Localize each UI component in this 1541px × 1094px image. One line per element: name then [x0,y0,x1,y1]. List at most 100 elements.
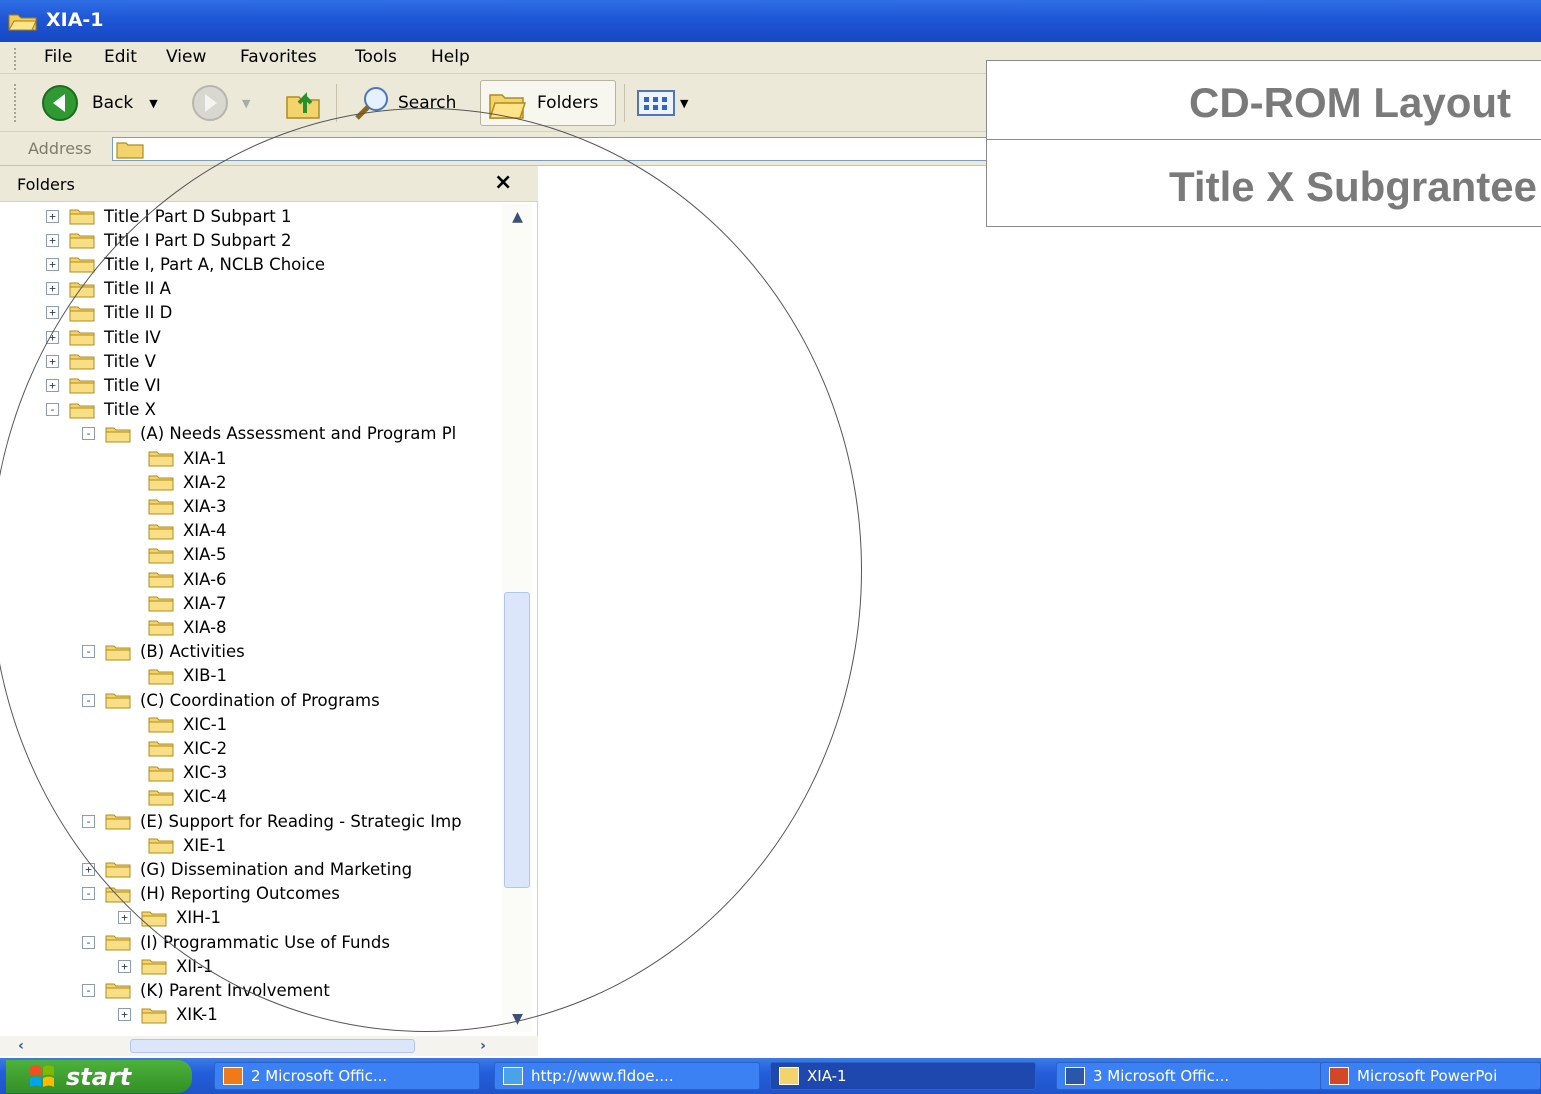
expand-icon[interactable]: + [46,209,59,223]
tree-item[interactable]: XIC-1 [148,712,227,736]
tree-item[interactable]: XIA-2 [148,470,227,494]
tree-item[interactable]: + Title V [46,349,156,373]
tree-item[interactable]: - (C) Coordination of Programs [82,688,380,712]
tree-item-label: (H) Reporting Outcomes [140,884,340,904]
tree-item-label: XIA-1 [183,448,227,468]
tree-item[interactable]: + Title II A [46,277,171,301]
taskbar-item[interactable]: 2 Microsoft Offic... [214,1062,480,1090]
expand-icon[interactable]: + [46,378,59,392]
tree-item[interactable]: + Title I, Part A, NCLB Choice [46,252,325,276]
vertical-scrollbar[interactable]: ▲ ▼ [502,204,532,1032]
tree-item[interactable]: + XIK-1 [118,1003,218,1027]
views-dropdown-icon[interactable]: ▼ [680,97,688,110]
collapse-icon[interactable]: - [82,693,95,707]
back-dropdown-icon[interactable]: ▼ [149,97,157,110]
tree-item[interactable]: XIA-8 [148,615,227,639]
forward-dropdown-icon[interactable]: ▼ [242,97,250,110]
expand-icon[interactable]: + [118,1008,131,1022]
back-button[interactable]: Back ▼ [40,80,158,126]
tree-item[interactable]: + Title II D [46,301,172,325]
menu-file[interactable]: File [44,47,72,67]
window-titlebar[interactable]: XIA-1 [0,0,1541,42]
folders-button[interactable]: Folders [480,80,616,126]
tree-item[interactable]: XIA-3 [148,494,227,518]
collapse-icon[interactable]: - [46,403,59,417]
expand-icon[interactable]: + [46,330,59,344]
search-button[interactable]: Search [352,80,456,126]
forward-button[interactable]: ▼ [190,80,250,126]
tree-item[interactable]: XIA-6 [148,567,227,591]
tree-item[interactable]: - (A) Needs Assessment and Program Pl [82,422,456,446]
taskbar-item[interactable]: 3 Microsoft Offic... [1056,1062,1322,1090]
tree-item[interactable]: - (E) Support for Reading - Strategic Imp [82,809,462,833]
tree-item[interactable]: + Title IV [46,325,161,349]
collapse-icon[interactable]: - [82,427,95,441]
tree-item[interactable]: XIC-2 [148,736,227,760]
expand-icon[interactable]: + [46,233,59,247]
tree-item[interactable]: XIA-4 [148,519,227,543]
folder-icon [779,1067,799,1085]
tree-item[interactable]: XIA-1 [148,446,227,470]
menu-favorites[interactable]: Favorites [240,47,317,67]
views-icon [637,90,675,116]
menu-view[interactable]: View [166,47,206,67]
expand-icon[interactable]: + [46,282,59,296]
tree-item-label: Title II D [104,303,173,323]
tree-item-label: (I) Programmatic Use of Funds [140,932,390,952]
tree-item[interactable]: - Title X [46,398,156,422]
tree-item[interactable]: XIB-1 [148,664,227,688]
tree-item[interactable]: + (G) Dissemination and Marketing [82,857,412,881]
scroll-left-icon[interactable]: ‹ [10,1036,32,1056]
tree-item[interactable]: XIA-5 [148,543,227,567]
expand-icon[interactable]: + [46,257,59,271]
horizontal-scrollbar[interactable]: ‹ › [0,1036,538,1056]
expand-icon[interactable]: + [46,354,59,368]
folder-icon [69,330,95,346]
scroll-down-icon[interactable]: ▼ [505,1008,530,1030]
tree-item[interactable]: - (I) Programmatic Use of Funds [82,930,390,954]
folder-icon [141,959,167,975]
tree-item-label: XIE-1 [183,835,227,855]
tree-item[interactable]: + XIH-1 [118,906,221,930]
collapse-icon[interactable]: - [82,935,95,949]
tree-item[interactable]: + Title I Part D Subpart 1 [46,204,291,228]
tree-item[interactable]: XIA-7 [148,591,227,615]
close-icon[interactable]: × [494,170,512,195]
tree-item[interactable]: XIC-4 [148,785,227,809]
scroll-thumb[interactable] [504,592,530,888]
collapse-icon[interactable]: - [82,983,95,997]
scroll-right-icon[interactable]: › [472,1036,494,1056]
tree-item[interactable]: + Title I Part D Subpart 2 [46,228,291,252]
collapse-icon[interactable]: - [82,814,95,828]
tree-item-label: (G) Dissemination and Marketing [140,859,413,879]
start-button[interactable]: start [6,1060,192,1093]
collapse-icon[interactable]: - [82,645,95,659]
tree-item[interactable]: + XII-1 [118,954,214,978]
tree-item[interactable]: - (K) Parent Involvement [82,978,330,1002]
collapse-icon[interactable]: - [82,887,95,901]
tree-item[interactable]: XIE-1 [148,833,226,857]
menu-edit[interactable]: Edit [104,47,137,67]
taskbar-item[interactable]: Microsoft PowerPoi [1320,1062,1541,1090]
scroll-up-icon[interactable]: ▲ [505,206,530,228]
expand-icon[interactable]: + [82,862,95,876]
views-button[interactable]: ▼ [636,80,688,126]
expand-icon[interactable]: + [46,306,59,320]
up-folder-button[interactable] [283,80,323,126]
expand-icon[interactable]: + [118,959,131,973]
taskbar-item[interactable]: http://www.fldoe.... [494,1062,760,1090]
tree-item[interactable]: + Title VI [46,373,161,397]
folder-icon [148,548,174,564]
folder-icon [69,306,95,322]
tree-item[interactable]: - (H) Reporting Outcomes [82,882,340,906]
horizontal-scroll-thumb[interactable] [130,1039,415,1053]
menu-tools[interactable]: Tools [355,47,397,67]
menu-help[interactable]: Help [431,47,470,67]
ie-icon [503,1067,523,1085]
tree-item[interactable]: - (B) Activities [82,640,245,664]
folder-icon [148,475,174,491]
address-label: Address [28,139,92,158]
tree-item[interactable]: XIC-3 [148,761,227,785]
expand-icon[interactable]: + [118,911,131,925]
taskbar-item[interactable]: XIA-1 [770,1062,1036,1090]
